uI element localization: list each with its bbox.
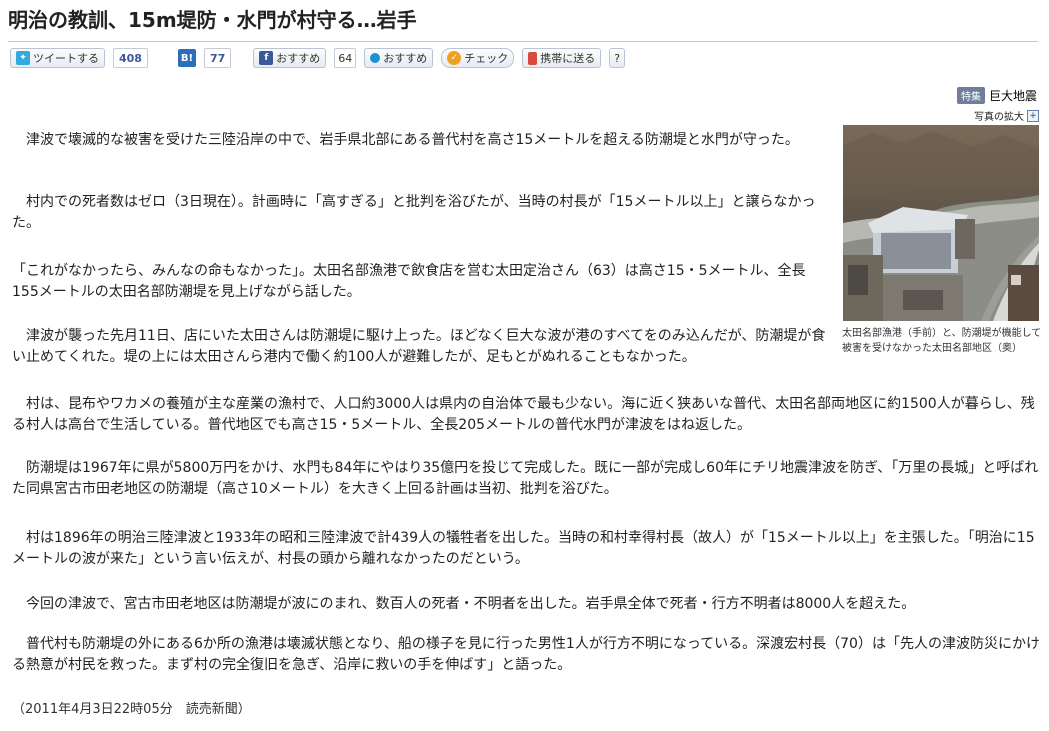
tweet-count[interactable]: 408 [113,48,148,68]
photo-enlarge-link[interactable]: 写真の拡大 + [974,108,1039,123]
paragraph-6: 防潮堤は1967年に県が5800万円をかけ、水門も84年にやはり35億円を投じて… [12,460,1039,497]
send-to-mobile-label: 携帯に送る [540,52,596,65]
twitter-bird-icon: ✦ [16,51,30,65]
social-bar: ✦ ツイートする 408 B! 77 f おすすめ 64 おすすめ ✓ チェック… [10,48,1040,68]
facebook-count: 64 [334,48,357,68]
paragraph-2: 村内での死者数はゼロ（3日現在）。計画時に「高すぎる」と批判を浴びたが、当時の村… [12,194,816,231]
article-photo[interactable] [843,125,1039,321]
headline: 明治の教訓、15m堤防・水門が村守る…岩手 [8,6,1038,42]
dateline: （2011年4月3日22時05分 読売新聞） [12,702,251,717]
hatena-count[interactable]: 77 [203,48,232,68]
check-button[interactable]: ✓ チェック [441,48,515,68]
photo-enlarge-label: 写真の拡大 [974,112,1024,123]
feature-tag: 特集 巨大地震 [956,87,1037,104]
feature-badge: 特集 [956,87,985,104]
facebook-icon: f [259,51,274,65]
help-button[interactable]: ? [609,48,626,68]
mixi-recommend-button[interactable]: おすすめ [364,48,434,68]
harbor-photo-image [843,125,1039,321]
mixi-recommend-label: おすすめ [383,52,428,65]
check-icon: ✓ [447,51,462,65]
paragraph-9: 普代村も防潮堤の外にある6か所の漁港は壊滅状態となり、船の様子を見に行った男性1… [12,636,1040,673]
photo-caption: 太田名部漁港（手前）と、防潮堤が機能して被害を受けなかった太田名部地区（奥） [842,328,1042,354]
paragraph-7: 村は1896年の明治三陸津波と1933年の昭和三陸津波で計439人の犠牲者を出し… [12,530,1035,567]
enlarge-plus-icon: + [1027,109,1039,122]
facebook-recommend-label: おすすめ [276,52,321,65]
send-to-mobile-button[interactable]: 携帯に送る [522,48,602,68]
tweet-label: ツイートする [33,52,99,65]
paragraph-4: 津波が襲った先月11日、店にいた太田さんは防潮堤に駆け上った。ほどなく巨大な波が… [12,328,826,365]
mixi-icon [370,53,381,63]
tweet-button[interactable]: ✦ ツイートする [10,48,105,68]
paragraph-3: 「これがなかったら、みんなの命もなかった」。太田名部漁港で飲食店を営む太田定治さ… [12,263,806,300]
hatena-bookmark-icon[interactable]: B! [177,49,196,67]
mobile-phone-icon [528,51,538,65]
paragraph-1: 津波で壊滅的な被害を受けた三陸沿岸の中で、岩手県北部にある普代村を高さ15メート… [12,132,799,148]
feature-link[interactable]: 巨大地震 [989,87,1037,104]
facebook-recommend-button[interactable]: f おすすめ [253,48,327,68]
check-label: チェック [464,52,509,65]
paragraph-8: 今回の津波で、宮古市田老地区は防潮堤が波にのまれ、数百人の死者・不明者を出した。… [12,596,916,612]
paragraph-5: 村は、昆布やワカメの養殖が主な産業の漁村で、人口約3000人は県内の自治体で最も… [12,396,1035,433]
